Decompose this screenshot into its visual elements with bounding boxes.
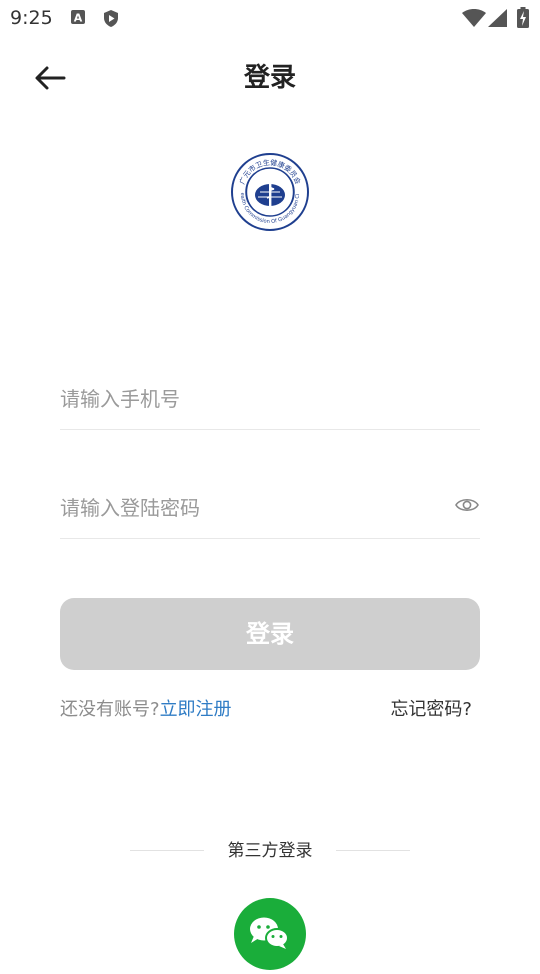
phone-field [60, 369, 480, 430]
no-account-text: 还没有账号? [60, 699, 160, 720]
password-toggle-button[interactable] [454, 492, 480, 518]
wifi-icon [462, 9, 486, 31]
eye-icon [455, 498, 479, 512]
phone-input[interactable] [60, 379, 440, 419]
health-commission-logo: 广元市卫生健康委员会 Health Commission Of Guangyua… [228, 148, 310, 232]
header: 登录 [0, 50, 540, 106]
shield-play-icon [102, 9, 120, 32]
register-link[interactable]: 立即注册 [160, 699, 232, 720]
third-party-label: 第三方登录 [227, 841, 313, 861]
status-bar: 9:25 A [0, 0, 540, 36]
forgot-password-link[interactable]: 忘记密码? [390, 695, 472, 721]
app-a-icon: A [70, 9, 86, 29]
battery-charging-icon [517, 7, 529, 32]
password-input[interactable] [60, 488, 440, 528]
cellular-signal-icon [488, 9, 507, 31]
page-title: 登录 [243, 63, 296, 93]
wechat-login-button[interactable] [234, 898, 306, 970]
wechat-icon [250, 917, 289, 949]
third-party-login: 第三方登录 [130, 838, 410, 864]
divider-right [336, 850, 410, 851]
status-time: 9:25 [10, 7, 53, 29]
login-button[interactable]: 登录 [60, 598, 480, 670]
account-links: 还没有账号?立即注册 忘记密码? [60, 695, 480, 721]
svg-text:A: A [74, 12, 83, 25]
password-field [60, 478, 480, 539]
